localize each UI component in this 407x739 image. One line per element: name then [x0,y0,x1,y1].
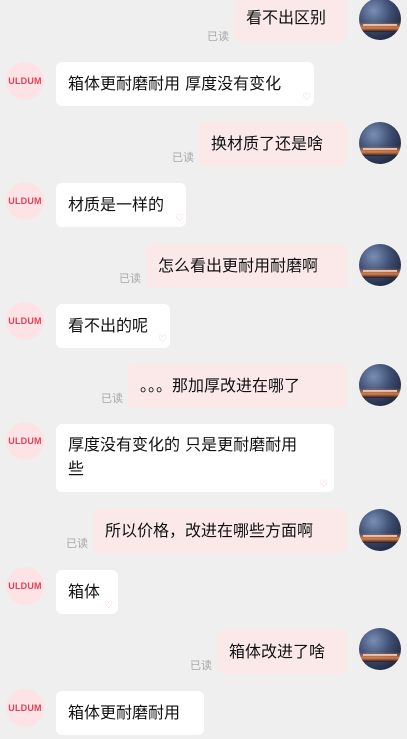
message-text: 箱体改进了啥 [229,642,326,661]
avatar-label: ULDUM [8,581,42,591]
message-bubble-sent[interactable]: 箱体改进了啥 [217,630,347,674]
message-text: 。。。那加厚改进在哪了 [140,376,301,395]
user-avatar[interactable] [359,628,401,670]
message-bubble-received[interactable]: 箱体更耐磨耐用 [56,691,204,735]
user-avatar[interactable] [359,0,401,40]
heart-icon: ♡ [302,92,311,103]
message-bubble-sent[interactable]: 看不出区别 [234,0,346,42]
message-bubble-received[interactable]: 箱体更耐磨耐用 厚度没有变化 [56,62,314,106]
message-bubble-received[interactable]: 看不出的呢 [56,304,170,348]
message-text: 材质是一样的 [68,195,165,214]
avatar-label: ULDUM [8,703,42,713]
avatar-label: ULDUM [8,76,42,86]
uldum-avatar[interactable]: ULDUM [6,689,44,727]
uldum-avatar[interactable]: ULDUM [6,567,44,605]
read-receipt: 已读 [207,30,229,43]
message-text-line: 厚度没有变化的 只是更耐磨耐用 [68,435,298,454]
avatar-label: ULDUM [8,436,42,446]
heart-icon: ♡ [104,600,113,611]
read-receipt: 已读 [190,659,212,672]
message-text: 所以价格，改进在哪些方面啊 [105,521,314,540]
read-receipt: 已读 [172,151,194,164]
message-text: 看不出的呢 [68,316,149,335]
message-text: 箱体更耐磨耐用 厚度没有变化 [68,74,282,93]
read-receipt: 已读 [66,537,88,550]
user-avatar[interactable] [359,364,401,406]
message-text: 箱体 [68,582,101,601]
heart-icon: ♡ [319,479,328,490]
uldum-avatar[interactable]: ULDUM [6,302,44,340]
message-bubble-sent[interactable]: 怎么看出更耐用耐磨啊 [146,244,347,288]
message-bubble-received[interactable]: 厚度没有变化的 只是更耐磨耐用 些 [56,424,334,492]
heart-icon: ♡ [158,334,167,345]
message-bubble-sent[interactable]: 所以价格，改进在哪些方面啊 [93,509,347,553]
message-text: 怎么看出更耐用耐磨啊 [158,256,319,275]
message-text: 看不出区别 [246,8,327,27]
read-receipt: 已读 [101,392,123,405]
avatar-label: ULDUM [8,196,42,206]
avatar-label: ULDUM [8,316,42,326]
message-bubble-sent[interactable]: 换材质了还是啥 [199,122,347,166]
user-avatar[interactable] [359,122,401,164]
uldum-avatar[interactable]: ULDUM [6,422,44,460]
message-text-line: 些 [68,459,85,478]
heart-icon: ♡ [175,213,184,224]
uldum-avatar[interactable]: ULDUM [6,182,44,220]
message-bubble-sent[interactable]: 。。。那加厚改进在哪了 [128,364,347,408]
uldum-avatar[interactable]: ULDUM [6,62,44,100]
message-text: 换材质了还是啥 [211,134,324,153]
message-text: 箱体更耐磨耐用 [68,703,181,722]
read-receipt: 已读 [119,272,141,285]
message-bubble-received[interactable]: 材质是一样的 [56,183,186,227]
user-avatar[interactable] [359,244,401,286]
user-avatar[interactable] [359,509,401,551]
